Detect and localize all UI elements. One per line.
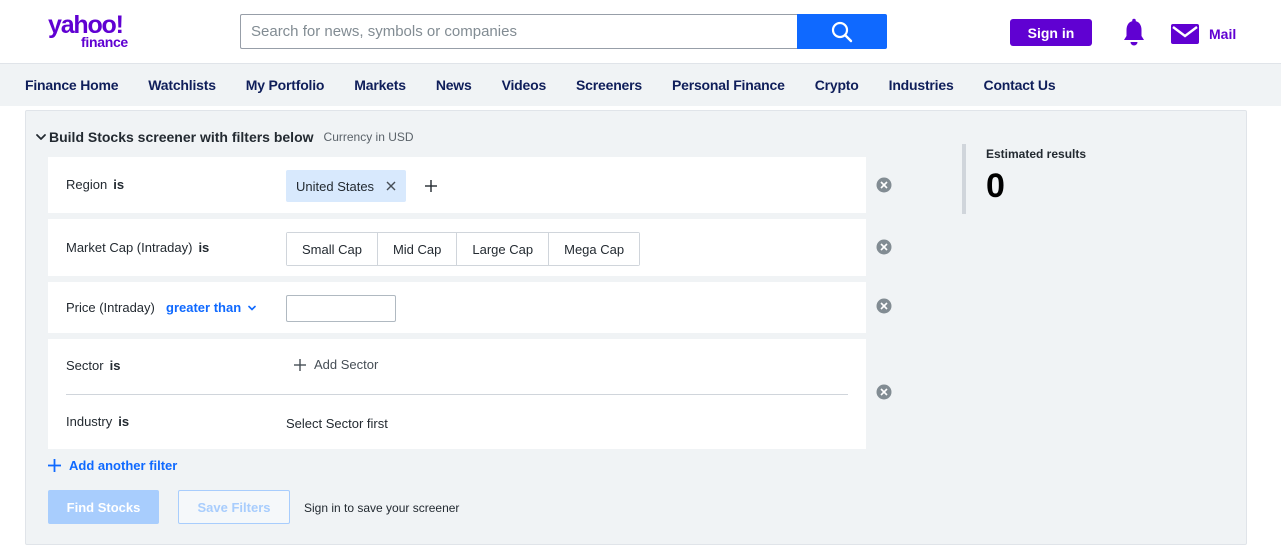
option-small-cap[interactable]: Small Cap	[287, 233, 378, 265]
option-mega-cap[interactable]: Mega Cap	[549, 233, 640, 265]
nav-my-portfolio[interactable]: My Portfolio	[246, 77, 325, 93]
mail-link[interactable]: Mail	[1171, 20, 1236, 48]
region-chip-label: United States	[296, 178, 375, 194]
price-value-input[interactable]	[286, 295, 396, 322]
option-large-cap[interactable]: Large Cap	[457, 233, 550, 265]
add-sector-button[interactable]: Add Sector	[294, 357, 378, 372]
search-button[interactable]	[797, 14, 887, 49]
remove-sector-filter-icon[interactable]	[876, 384, 892, 400]
currency-note: Currency in USD	[323, 130, 414, 144]
filter-industry-label: Industry is	[66, 414, 130, 429]
filter-region-label: Region is	[66, 177, 125, 192]
nav-crypto[interactable]: Crypto	[815, 77, 859, 93]
sign-in-button[interactable]: Sign in	[1010, 19, 1092, 46]
main-nav: Finance Home Watchlists My Portfolio Mar…	[0, 63, 1281, 106]
chevron-down-icon	[248, 305, 256, 311]
estimated-results-label: Estimated results	[986, 147, 1087, 161]
remove-price-filter-icon[interactable]	[876, 298, 892, 314]
region-chip: United States	[286, 170, 407, 202]
divider	[66, 394, 848, 395]
screener-header[interactable]: Build Stocks screener with filters below…	[34, 129, 414, 145]
yahoo-finance-logo[interactable]: yahoo! finance	[48, 12, 148, 50]
add-sector-label: Add Sector	[314, 357, 379, 372]
filter-price: Price (Intraday) greater than	[48, 282, 866, 333]
mail-icon	[1171, 24, 1199, 44]
nav-markets[interactable]: Markets	[354, 77, 406, 93]
estimated-results: Estimated results 0	[962, 144, 1086, 214]
plus-icon	[48, 459, 61, 472]
mail-label: Mail	[1209, 26, 1237, 42]
filter-sector-label: Sector is	[66, 358, 121, 373]
filter-sector-industry: Sector is Add Sector Industry is Select Se…	[48, 339, 866, 449]
market-cap-options: Small Cap Mid Cap Large Cap Mega Cap	[286, 232, 641, 266]
logo-subtitle: finance	[81, 34, 128, 50]
search-input[interactable]	[240, 14, 798, 49]
screener-panel: Build Stocks screener with filters below…	[25, 110, 1247, 545]
close-icon[interactable]	[386, 181, 396, 191]
signin-note: Sign in to save your screener	[304, 501, 460, 515]
filter-market-cap: Market Cap (Intraday) is Small Cap Mid Ca…	[48, 219, 866, 276]
search-icon	[831, 21, 853, 42]
remove-market-cap-filter-icon[interactable]	[876, 239, 892, 255]
filter-region: Region is United States	[48, 157, 866, 213]
remove-region-filter-icon[interactable]	[876, 177, 892, 193]
filter-price-label: Price (Intraday)	[66, 300, 155, 315]
save-filters-button[interactable]: Save Filters	[178, 490, 290, 524]
nav-videos[interactable]: Videos	[502, 77, 547, 93]
find-stocks-button[interactable]: Find Stocks	[48, 490, 159, 524]
nav-watchlists[interactable]: Watchlists	[148, 77, 216, 93]
bell-icon[interactable]	[1120, 18, 1148, 48]
nav-screeners[interactable]: Screeners	[576, 77, 642, 93]
price-operator-label: greater than	[166, 300, 242, 315]
add-region-plus-icon[interactable]	[424, 179, 438, 193]
add-filter-button[interactable]: Add another filter	[48, 458, 177, 473]
nav-finance-home[interactable]: Finance Home	[25, 77, 118, 93]
estimated-results-value: 0	[986, 167, 1005, 205]
filter-market-cap-label: Market Cap (Intraday) is	[66, 240, 210, 255]
plus-icon	[294, 358, 306, 371]
screener-title: Build Stocks screener with filters below	[49, 129, 314, 145]
nav-news[interactable]: News	[436, 77, 472, 93]
nav-personal-finance[interactable]: Personal Finance	[672, 77, 785, 93]
industry-hint: Select Sector first	[286, 416, 388, 431]
header: yahoo! finance Sign in Mail	[0, 0, 1281, 62]
add-filter-label: Add another filter	[69, 458, 178, 473]
price-operator-dropdown[interactable]: greater than	[166, 300, 257, 315]
chevron-down-icon[interactable]	[34, 130, 48, 144]
option-mid-cap[interactable]: Mid Cap	[377, 233, 458, 265]
nav-industries[interactable]: Industries	[889, 77, 954, 93]
nav-contact-us[interactable]: Contact Us	[984, 77, 1056, 93]
